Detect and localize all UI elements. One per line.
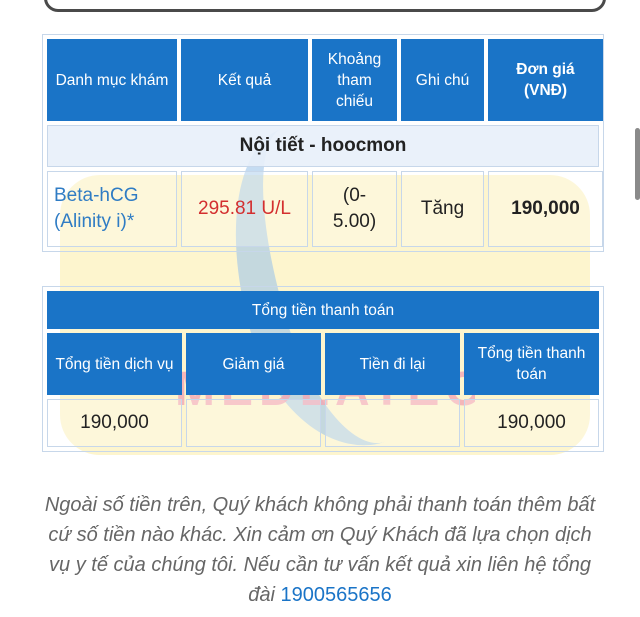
payment-table: Tổng tiền thanh toán Tổng tiền dịch vụ G… (42, 286, 604, 452)
previous-card (44, 0, 606, 12)
payment-total-value: 190,000 (464, 399, 599, 447)
exam-header-row: Danh mục khám Kết quả Khoảng tham chiếu … (43, 35, 603, 125)
note-value: Tăng (401, 171, 484, 247)
section-title: Nội tiết - hoocmon (47, 125, 599, 167)
result-value: 295.81 U/L (181, 171, 308, 247)
header-result: Kết quả (181, 39, 308, 121)
reference-range-value: (0-5.00) (312, 171, 397, 247)
exam-results-table: Danh mục khám Kết quả Khoảng tham chiếu … (42, 34, 604, 252)
payment-title: Tổng tiền thanh toán (47, 291, 599, 329)
header-service-total: Tổng tiền dịch vụ (47, 333, 182, 395)
header-note: Ghi chú (401, 39, 484, 121)
discount-value (186, 399, 321, 447)
header-travel-fee: Tiền đi lại (325, 333, 460, 395)
header-reference-range: Khoảng tham chiếu (312, 39, 397, 121)
exam-data-row: Beta-hCG (Alinity i)* 295.81 U/L (0-5.00… (43, 167, 603, 251)
header-exam-category: Danh mục khám (47, 39, 177, 121)
payment-title-row: Tổng tiền thanh toán (43, 287, 603, 333)
header-payment-total: Tổng tiền thanh toán (464, 333, 599, 395)
header-discount: Giảm giá (186, 333, 321, 395)
hotline-phone-link[interactable]: 1900565656 (281, 584, 392, 606)
test-name-link[interactable]: Beta-hCG (Alinity i)* (47, 171, 177, 247)
service-total-value: 190,000 (47, 399, 182, 447)
header-unit-price: Đơn giá (VNĐ) (488, 39, 603, 121)
unit-price-value: 190,000 (488, 171, 603, 247)
payment-header-row: Tổng tiền dịch vụ Giảm giá Tiền đi lại T… (43, 333, 603, 399)
scrollbar[interactable] (635, 128, 640, 200)
footer-note: Ngoài số tiền trên, Quý khách không phải… (40, 490, 600, 610)
travel-fee-value (325, 399, 460, 447)
payment-value-row: 190,000 190,000 (43, 399, 603, 451)
